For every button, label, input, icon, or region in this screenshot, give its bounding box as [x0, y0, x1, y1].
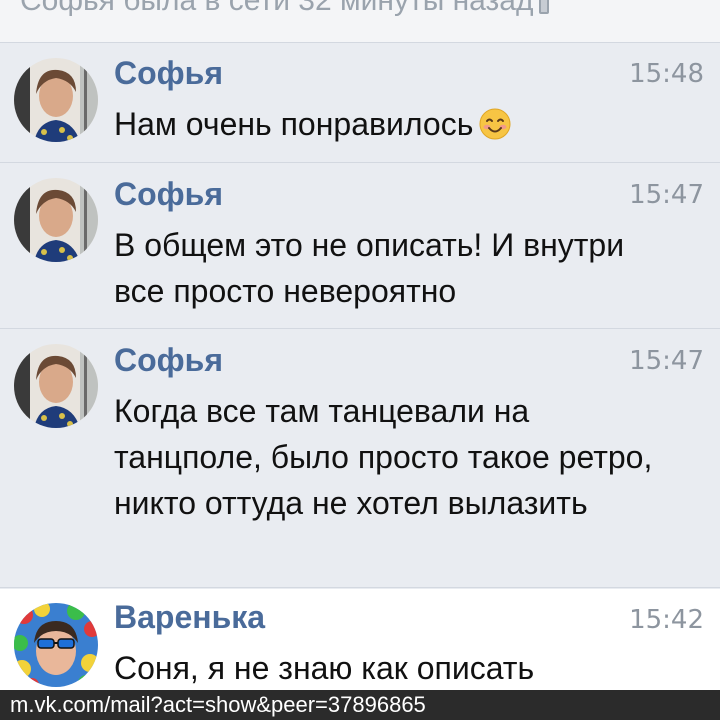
message-time: 15:47	[629, 346, 704, 376]
message-text-content: Нам очень понравилось	[114, 106, 474, 142]
message-item[interactable]: Софья 15:47 В общем это не описать! И вн…	[0, 164, 720, 329]
last-seen-text: Софья была в сети 32 минуты назад	[20, 0, 534, 17]
url-text: m.vk.com/mail?act=show&peer=37896865	[10, 692, 426, 717]
sender-name: Софья	[114, 55, 223, 91]
sofya-avatar[interactable]	[14, 178, 98, 262]
message-item[interactable]: Варенька 15:42 Соня, я не знаю как описа…	[0, 589, 720, 690]
message-text: Нам очень понравилось	[114, 101, 674, 147]
message-item[interactable]: Софья 15:47 Когда все там танцевали на т…	[0, 330, 720, 588]
mobile-phone-icon	[539, 0, 550, 14]
message-text: Когда все там танцевали на танцполе, был…	[114, 393, 653, 521]
sofya-avatar[interactable]	[14, 344, 98, 428]
message-item[interactable]: Софья 15:48 Нам очень понравилось	[0, 43, 720, 163]
last-seen-status: Софья была в сети 32 минуты назад	[20, 0, 550, 18]
varenka-avatar[interactable]	[14, 603, 98, 687]
message-text: Соня, я не знаю как описать	[114, 650, 535, 686]
sender-name: Софья	[114, 176, 223, 212]
sofya-avatar[interactable]	[14, 58, 98, 142]
browser-url-bar[interactable]: m.vk.com/mail?act=show&peer=37896865	[0, 690, 720, 720]
sender-name: Софья	[114, 342, 223, 378]
chat-status-header: Софья была в сети 32 минуты назад	[0, 0, 720, 43]
message-time: 15:48	[629, 59, 704, 89]
sender-name: Варенька	[114, 599, 266, 635]
message-time: 15:42	[629, 605, 704, 635]
message-time: 15:47	[629, 180, 704, 210]
message-text: В общем это не описать! И внутри все про…	[114, 227, 625, 309]
smiling-face-icon	[479, 108, 511, 140]
